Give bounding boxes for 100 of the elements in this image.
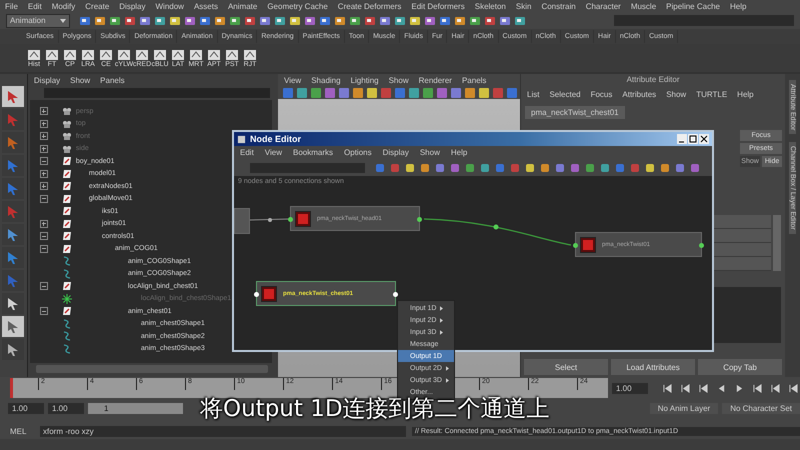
tool-icon[interactable] xyxy=(199,14,211,26)
range-slider[interactable]: 1 xyxy=(88,402,183,414)
tool-icon[interactable] xyxy=(334,14,346,26)
menu-item[interactable]: Skeleton xyxy=(474,2,506,10)
menu-item[interactable]: Help xyxy=(450,148,468,157)
tool-icon[interactable] xyxy=(394,14,406,26)
menu-item[interactable]: Show xyxy=(388,76,409,84)
tool-icon[interactable] xyxy=(524,162,536,174)
expand-toggle[interactable] xyxy=(40,194,48,203)
menu-item[interactable]: File xyxy=(5,2,18,10)
menu-item[interactable]: Shading xyxy=(311,76,341,84)
tool-button[interactable] xyxy=(2,86,24,107)
menu-item[interactable]: Display xyxy=(34,76,60,84)
current-frame-field[interactable]: 1.00 xyxy=(612,382,648,394)
expand-toggle[interactable] xyxy=(40,170,48,178)
tool-icon[interactable] xyxy=(79,14,91,26)
scrollbar[interactable] xyxy=(36,365,268,373)
tool-icon[interactable] xyxy=(274,14,286,26)
tool-icon[interactable] xyxy=(419,162,431,174)
menu-item[interactable]: List xyxy=(527,90,540,98)
tool-icon[interactable] xyxy=(366,86,378,98)
panel-button[interactable]: Copy Tab xyxy=(698,359,782,375)
tool-icon[interactable] xyxy=(109,14,121,26)
expand-toggle[interactable] xyxy=(40,144,48,153)
menu-item[interactable]: Window xyxy=(156,2,184,10)
panel-button[interactable]: Select xyxy=(524,359,608,375)
menu-item[interactable]: Selected xyxy=(549,90,581,98)
menu-item[interactable]: Help xyxy=(737,90,754,98)
tool-icon[interactable] xyxy=(499,14,511,26)
menu-item[interactable]: Bookmarks xyxy=(293,148,334,157)
menu-item[interactable]: TURTLE xyxy=(696,90,728,98)
tool-icon[interactable] xyxy=(154,14,166,26)
expand-toggle[interactable] xyxy=(40,157,48,166)
range-start-field[interactable]: 1.00 xyxy=(48,402,84,414)
current-time-marker[interactable] xyxy=(10,378,13,398)
tool-icon[interactable] xyxy=(659,162,671,174)
playback-icon[interactable] xyxy=(771,384,780,392)
panel-button[interactable]: Load Attributes xyxy=(611,359,696,375)
tool-icon[interactable] xyxy=(244,14,256,26)
notes-field[interactable] xyxy=(711,287,782,343)
menu-item[interactable]: Help xyxy=(730,2,746,10)
menu-item[interactable]: Options xyxy=(344,148,372,157)
tool-icon[interactable] xyxy=(454,14,466,26)
tool-icon[interactable] xyxy=(409,14,421,26)
tool-icon[interactable] xyxy=(124,14,136,26)
tool-icon[interactable] xyxy=(184,14,196,26)
menu-item[interactable]: Display xyxy=(382,148,409,157)
tool-icon[interactable] xyxy=(229,14,241,26)
tool-icon[interactable] xyxy=(352,86,364,98)
playback-icon[interactable] xyxy=(699,384,708,392)
tool-icon[interactable] xyxy=(539,162,551,174)
tool-icon[interactable] xyxy=(139,14,151,26)
playback-icon[interactable] xyxy=(681,384,690,392)
maximize-icon[interactable] xyxy=(688,134,698,144)
menu-item[interactable]: Lighting xyxy=(350,76,379,84)
anim-layer-dropdown[interactable]: No Anim Layer xyxy=(650,402,718,414)
tool-icon[interactable] xyxy=(464,86,476,98)
filter-field[interactable] xyxy=(44,88,270,98)
tool-button[interactable] xyxy=(2,224,24,245)
tool-icon[interactable] xyxy=(289,14,301,26)
search-field[interactable] xyxy=(614,15,794,26)
start-time-field[interactable]: 1.00 xyxy=(8,402,44,414)
mode-dropdown[interactable]: Animation xyxy=(6,14,70,28)
tool-icon[interactable] xyxy=(349,14,361,26)
menu-item[interactable]: Panels xyxy=(462,76,486,84)
menu-item[interactable]: Skin xyxy=(516,2,532,10)
scrollbar[interactable] xyxy=(773,215,782,271)
playback-icon[interactable] xyxy=(663,384,672,392)
tool-icon[interactable] xyxy=(469,14,481,26)
menu-item[interactable]: Renderer xyxy=(418,76,452,84)
menu-item[interactable]: Character xyxy=(586,2,621,10)
tool-button[interactable] xyxy=(2,339,24,360)
tool-icon[interactable] xyxy=(439,14,451,26)
node-tab[interactable]: pma_neckTwist_chest01 xyxy=(525,106,625,118)
close-icon[interactable] xyxy=(699,134,709,144)
menu-item[interactable]: Show xyxy=(420,148,440,157)
playback-icon[interactable] xyxy=(753,384,762,392)
graph-node[interactable] xyxy=(234,208,250,234)
command-field[interactable]: xform -roo xzy xyxy=(40,426,406,436)
expand-toggle[interactable] xyxy=(40,182,48,190)
tool-icon[interactable] xyxy=(214,14,226,26)
menu-item[interactable]: Modify xyxy=(52,2,76,10)
expand-toggle[interactable] xyxy=(40,120,48,128)
tool-icon[interactable] xyxy=(514,14,526,26)
menu-item[interactable]: View xyxy=(264,148,282,157)
menu-item[interactable]: Edit xyxy=(240,148,254,157)
attribute-list[interactable] xyxy=(711,215,772,271)
menu-item[interactable]: Edit Deformers xyxy=(411,2,465,10)
character-set-dropdown[interactable]: No Character Set xyxy=(722,402,800,414)
tool-icon[interactable] xyxy=(478,86,490,98)
tool-icon[interactable] xyxy=(404,162,416,174)
language-label[interactable]: MEL xyxy=(10,426,34,436)
tool-icon[interactable] xyxy=(319,14,331,26)
menu-item[interactable]: Create Deformers xyxy=(338,2,402,10)
menu-item[interactable]: Panels xyxy=(100,76,125,84)
tool-icon[interactable] xyxy=(424,14,436,26)
menu-item[interactable]: Muscle xyxy=(630,2,656,10)
tool-button[interactable] xyxy=(2,293,24,314)
menu-item[interactable]: Constrain xyxy=(541,2,576,10)
menu-item[interactable]: Attributes xyxy=(622,90,656,98)
